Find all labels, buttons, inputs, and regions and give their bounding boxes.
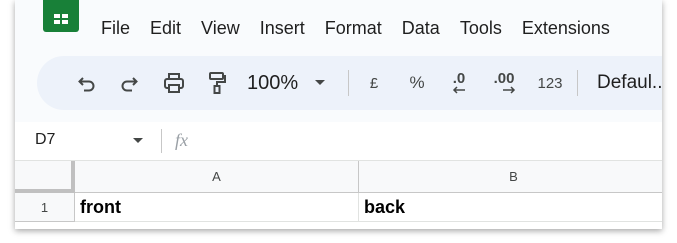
decrease-decimal-label: .0	[452, 70, 466, 87]
toolbar: 100% £ % .0 .00 123 Defaul...	[37, 56, 662, 110]
logo-cell	[54, 20, 60, 24]
cell-a1[interactable]: front	[75, 193, 359, 222]
logo-cell	[62, 20, 68, 24]
font-select[interactable]: Defaul...	[597, 56, 662, 110]
font-value: Defaul...	[597, 72, 662, 93]
row-header-1[interactable]: 1	[15, 193, 75, 222]
paint-format-button[interactable]	[203, 56, 231, 110]
formula-input[interactable]	[205, 122, 655, 160]
increase-decimal-label: .00	[493, 70, 515, 87]
menu-file[interactable]: File	[101, 18, 130, 39]
spreadsheet-grid: A B 1 front back	[15, 161, 662, 229]
menu-data[interactable]: Data	[402, 18, 440, 39]
percent-format-button[interactable]: %	[405, 56, 429, 110]
formula-bar: D7 fx	[15, 122, 662, 161]
formula-bar-divider	[161, 129, 162, 153]
column-header-a[interactable]: A	[75, 161, 359, 193]
zoom-value: 100%	[247, 71, 299, 94]
number-format-button[interactable]: 123	[533, 56, 567, 110]
undo-button[interactable]	[73, 56, 101, 110]
column-header-b[interactable]: B	[359, 161, 662, 193]
number-format-label: 123	[537, 74, 563, 92]
zoom-select[interactable]: 100%	[247, 56, 339, 110]
fx-icon: fx	[175, 130, 188, 150]
currency-format-button[interactable]: £	[363, 56, 385, 110]
logo-cell	[62, 14, 68, 18]
redo-button[interactable]	[115, 56, 143, 110]
paint-format-icon	[209, 72, 226, 94]
name-box[interactable]: D7	[35, 131, 55, 149]
increase-decimal-button[interactable]: .00	[487, 56, 521, 110]
sheets-logo-icon[interactable]	[43, 0, 79, 32]
menu-tools[interactable]: Tools	[460, 18, 502, 39]
menu-bar: File Edit View Insert Format Data Tools …	[101, 18, 630, 39]
select-all-corner[interactable]	[15, 161, 75, 193]
chevron-down-icon	[315, 80, 326, 85]
currency-label: £	[369, 74, 379, 92]
menu-extensions[interactable]: Extensions	[522, 18, 610, 39]
undo-icon	[78, 77, 95, 92]
logo-cell	[54, 14, 60, 18]
menu-view[interactable]: View	[201, 18, 240, 39]
menu-format[interactable]: Format	[325, 18, 382, 39]
toolbar-divider	[577, 70, 578, 96]
print-icon	[164, 73, 184, 93]
chevron-down-icon[interactable]	[133, 138, 143, 143]
menu-edit[interactable]: Edit	[150, 18, 181, 39]
arrow-left-icon	[452, 86, 465, 94]
toolbar-divider	[348, 70, 349, 96]
sheets-window: File Edit View Insert Format Data Tools …	[15, 0, 662, 229]
print-button[interactable]	[159, 56, 189, 110]
decrease-decimal-button[interactable]: .0	[445, 56, 473, 110]
percent-label: %	[409, 73, 425, 92]
redo-icon	[121, 77, 138, 92]
cell-b1[interactable]: back	[359, 193, 662, 222]
arrow-right-icon	[503, 86, 516, 94]
menu-insert[interactable]: Insert	[260, 18, 305, 39]
